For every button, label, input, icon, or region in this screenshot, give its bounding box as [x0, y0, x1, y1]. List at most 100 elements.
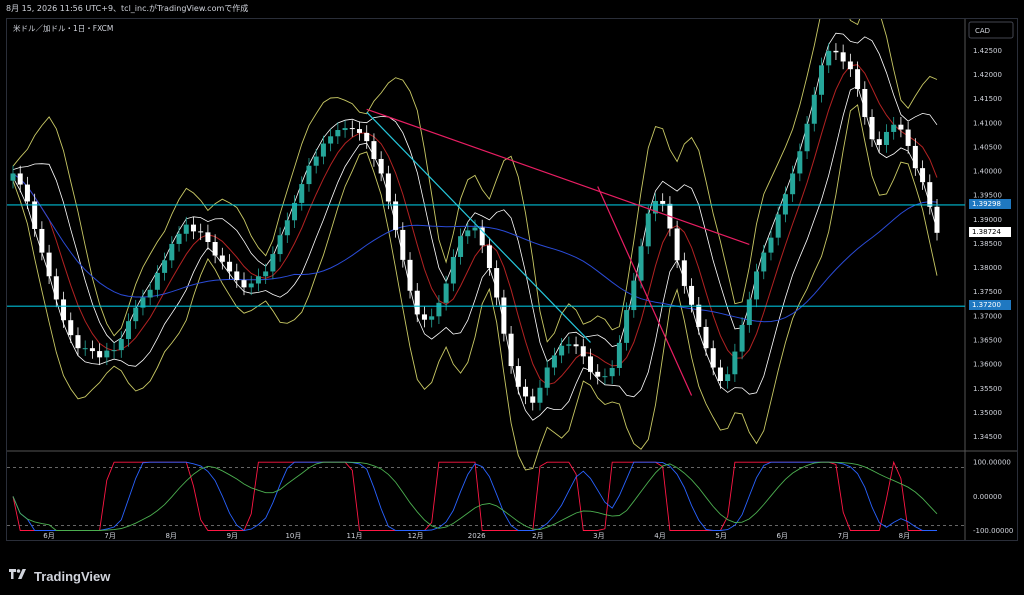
candle-body	[10, 173, 16, 181]
candle-body	[205, 232, 211, 242]
candle-body	[443, 283, 449, 303]
candle-body	[97, 351, 103, 358]
time-axis-label: 3月	[593, 532, 604, 540]
price-tick-label: 1.42500	[973, 47, 1002, 55]
candle-body	[588, 356, 593, 372]
candle-body	[544, 367, 550, 388]
chart-frame[interactable]: 米ドル／加ドル・1日・FXCM CAD 1.42500 1.42000 1.41500 1…	[6, 18, 1018, 541]
candle-body	[537, 387, 543, 403]
candle-body	[61, 299, 67, 321]
candle-body	[147, 289, 153, 298]
candle-body	[883, 131, 889, 145]
oscillator-tick-label: 100.00000	[973, 459, 1011, 467]
candle-body	[436, 302, 442, 317]
time-axis-label: 6月	[776, 532, 787, 540]
candle-body	[761, 252, 767, 272]
candle-body	[111, 350, 117, 352]
candle-body	[819, 65, 824, 95]
candle-body	[39, 228, 45, 253]
candle-body	[790, 173, 796, 195]
bollinger-inner-upper	[12, 32, 938, 363]
candle-body	[717, 367, 723, 382]
candle-body	[385, 173, 391, 202]
candle-body	[580, 346, 586, 357]
candle-body	[934, 206, 940, 233]
candle-body	[609, 367, 615, 377]
candle-body	[227, 261, 233, 272]
price-tick-label: 1.42000	[973, 71, 1002, 79]
candle-body	[465, 230, 471, 237]
price-tick-label: 1.37500	[973, 288, 1002, 296]
candle-body	[342, 128, 348, 131]
oscillator-tick-label: -100.00000	[973, 527, 1013, 535]
candle-body	[523, 386, 529, 397]
candle-body	[674, 228, 680, 261]
time-axis-label: 7月	[838, 532, 849, 540]
candle-body	[912, 145, 918, 169]
candle-body	[284, 220, 290, 236]
candle-body	[681, 260, 687, 286]
candle-body	[869, 116, 875, 140]
candle-body	[494, 268, 500, 298]
candle-body	[248, 283, 254, 288]
candle-body	[855, 69, 861, 89]
candle-body	[393, 201, 399, 230]
candle-body	[725, 374, 731, 382]
candle-body	[234, 271, 240, 281]
candle-body	[768, 237, 774, 253]
candle-body	[458, 236, 464, 257]
candle-body	[515, 366, 521, 387]
candle-body	[696, 304, 702, 327]
candle-body	[306, 165, 312, 185]
candle-body	[176, 233, 182, 244]
candle-body	[754, 271, 760, 300]
candle-body	[847, 61, 853, 70]
time-axis-label: 5月	[715, 532, 726, 540]
candle-body	[703, 326, 709, 349]
time-axis-label: 4月	[654, 532, 665, 540]
trendline-red-long	[366, 108, 750, 245]
candle-body	[573, 344, 579, 347]
candle-body	[400, 229, 406, 260]
time-axis-label: 8月	[899, 532, 910, 540]
candle-body	[797, 151, 803, 174]
candle-body	[219, 255, 225, 262]
oscillator-tick-label: 0.00000	[973, 493, 1002, 501]
candle-body	[616, 342, 622, 368]
candle-body	[299, 184, 305, 203]
candle-body	[349, 128, 355, 130]
candle-body	[378, 158, 384, 174]
candle-body	[198, 231, 204, 233]
candle-body	[414, 290, 420, 315]
candle-body	[920, 168, 926, 183]
price-tag-last: 1.38724	[969, 226, 1011, 237]
candle-body	[804, 123, 810, 152]
candle-body	[645, 213, 651, 247]
candle-body	[833, 50, 839, 53]
time-axis-label: 2月	[532, 532, 543, 540]
candle-body	[421, 314, 427, 320]
candle-body	[68, 320, 74, 336]
price-tick-label: 1.39000	[973, 216, 1002, 224]
candle-body	[212, 241, 218, 256]
candle-body	[162, 260, 168, 273]
candle-body	[638, 246, 644, 281]
oscillator-line-green	[12, 461, 938, 531]
oscillator-line-blue	[12, 461, 937, 531]
tradingview-brand-text: TradingView	[34, 568, 111, 584]
candle-body	[89, 348, 95, 352]
price-tick-label: 1.35000	[973, 409, 1002, 417]
candle-body	[739, 325, 745, 352]
candle-body	[660, 200, 666, 204]
price-chart[interactable]: 米ドル／加ドル・1日・FXCM CAD 1.42500 1.42000 1.41500 1…	[7, 19, 1017, 540]
candle-body	[313, 156, 319, 166]
price-tick-label: 1.38500	[973, 240, 1002, 248]
price-tick-label: 1.36500	[973, 336, 1002, 344]
candle-body	[746, 299, 752, 326]
candle-body	[566, 344, 572, 346]
candle-body	[17, 173, 23, 185]
candle-body	[154, 272, 160, 290]
candle-body	[811, 94, 817, 124]
candle-body	[891, 124, 897, 132]
price-tick-label: 1.34500	[973, 433, 1002, 441]
